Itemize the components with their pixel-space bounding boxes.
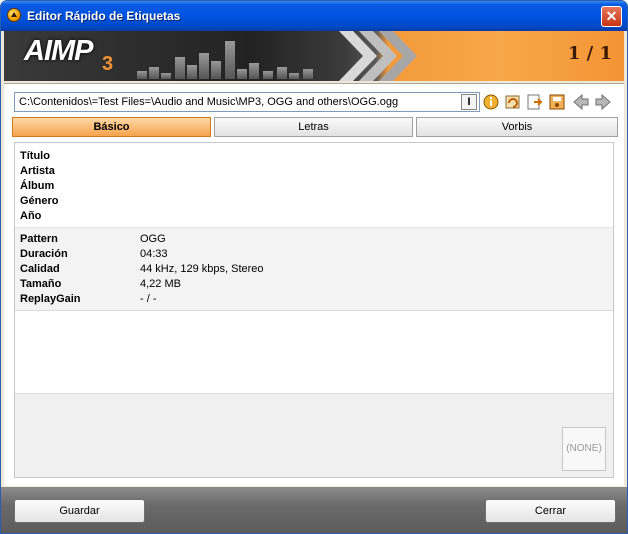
duration-value: 04:33 (140, 248, 168, 260)
close-button[interactable]: Cerrar (485, 499, 616, 523)
editor-panel: C:\Contenidos\=Test Files=\Audio and Mus… (4, 83, 624, 486)
quality-label: Calidad (20, 263, 60, 275)
replaygain-value: - / - (140, 293, 157, 305)
chevrons-graphic (339, 31, 417, 81)
year-label: Año (20, 210, 42, 222)
forward-arrow-icon[interactable] (594, 93, 612, 111)
tab-vorbis[interactable]: Vorbis (416, 117, 618, 137)
header-banner: AIMP 3 1 / 1 (4, 31, 624, 81)
save-button[interactable]: Guardar (14, 499, 145, 523)
path-edit-button[interactable]: I (461, 94, 477, 110)
file-path-field[interactable]: C:\Contenidos\=Test Files=\Audio and Mus… (14, 92, 480, 112)
track-counter: 1 / 1 (567, 43, 612, 64)
pattern-label: Pattern (20, 233, 58, 245)
cover-art-placeholder[interactable]: (NONE) (562, 427, 606, 471)
save-tag-icon[interactable] (548, 93, 566, 111)
title-label: Título (20, 150, 50, 162)
file-path-text: C:\Contenidos\=Test Files=\Audio and Mus… (19, 96, 399, 108)
artist-label: Artista (20, 165, 55, 177)
info-icon[interactable] (482, 93, 500, 111)
tab-basico[interactable]: Básico (12, 117, 211, 137)
album-label: Álbum (20, 180, 55, 192)
aimp-logo: AIMP (24, 35, 93, 67)
back-arrow-icon[interactable] (572, 93, 590, 111)
window-title: Editor Rápido de Etiquetas (27, 9, 181, 23)
empty-section (15, 311, 613, 394)
footer-bar: Guardar Cerrar (1, 487, 627, 533)
genre-label: Género (20, 195, 59, 207)
equalizer-bars-graphic (137, 31, 327, 81)
quality-value: 44 kHz, 129 kbps, Stereo (140, 263, 264, 275)
replaygain-label: ReplayGain (20, 293, 81, 305)
pattern-value: OGG (140, 233, 166, 245)
title-bar[interactable]: Editor Rápido de Etiquetas ✕ (1, 1, 627, 31)
size-label: Tamaño (20, 278, 62, 290)
cover-art-section: (NONE) (15, 394, 613, 477)
aimp-app-icon (7, 8, 21, 22)
tag-content-area: Título Artista Álbum Género Año Pattern … (14, 142, 614, 478)
aimp-logo-version: 3 (102, 53, 114, 75)
tab-letras[interactable]: Letras (214, 117, 413, 137)
close-window-button[interactable]: ✕ (601, 6, 622, 27)
tag-fields-section: Título Artista Álbum Género Año (15, 143, 613, 228)
file-info-section: Pattern OGG Duración 04:33 Calidad 44 kH… (15, 228, 613, 311)
tag-editor-window: Editor Rápido de Etiquetas ✕ AIMP 3 1 / … (0, 0, 628, 534)
tab-strip: Básico Letras Vorbis (12, 117, 618, 139)
reload-icon[interactable] (504, 93, 522, 111)
size-value: 4,22 MB (140, 278, 181, 290)
duration-label: Duración (20, 248, 68, 260)
export-icon[interactable] (526, 93, 544, 111)
